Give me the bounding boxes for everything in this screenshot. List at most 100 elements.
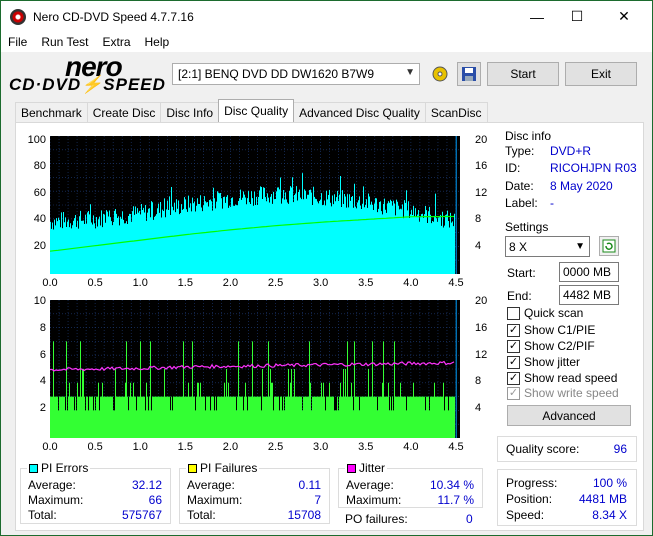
avg-label: Average:	[346, 478, 394, 492]
y-tick: 4	[39, 375, 46, 387]
x-tick: 4.5	[448, 277, 464, 289]
y2-tick: 16	[475, 322, 488, 334]
pi-failures-swatch	[188, 464, 197, 473]
tab-scandisc[interactable]: ScanDisc	[424, 102, 488, 122]
menu-file[interactable]: File	[1, 35, 34, 49]
pi-errors-group: PI Errors Average: 32.12 Maximum: 66 Tot…	[20, 461, 171, 524]
start-label: Start:	[507, 266, 536, 280]
y2-tick: 20	[475, 295, 488, 307]
position-label: Position:	[506, 492, 553, 506]
checkbox-box[interactable]: ✓	[507, 323, 520, 337]
menu-extra[interactable]: Extra	[95, 35, 137, 49]
end-label: End:	[507, 289, 532, 303]
checkbox-label: Show C2/PIF	[524, 339, 595, 353]
date-label: Date:	[505, 179, 534, 193]
x-tick: 1.5	[177, 441, 193, 453]
logo-product: CD·DVD⚡SPEED	[9, 75, 166, 94]
jitter-average: 10.34 %	[429, 478, 474, 492]
pi-failures-chart	[50, 300, 460, 438]
quality-score-label: Quality score:	[506, 442, 580, 456]
show-jitter-checkbox[interactable]: ✓ Show jitter	[507, 355, 580, 369]
x-tick: 3.5	[358, 441, 374, 453]
disc-type-value: DVD+R	[550, 144, 592, 158]
y2-tick: 12	[475, 349, 488, 361]
start-button[interactable]: Start	[487, 62, 559, 86]
max-label: Maximum:	[346, 493, 402, 507]
jitter-group: Jitter Average: 10.34 % Maximum: 11.7 %	[338, 461, 483, 508]
speed-select[interactable]: 8 X ▼	[505, 236, 590, 257]
show-c1-checkbox[interactable]: ✓ Show C1/PIE	[507, 323, 595, 337]
quality-score-value: 96	[613, 442, 627, 456]
drive-select-value: [2:1] BENQ DVD DD DW1620 B7W9	[178, 67, 375, 81]
disc-info-title: Disc info	[505, 129, 552, 143]
drive-select[interactable]: [2:1] BENQ DVD DD DW1620 B7W9 ▼	[172, 63, 420, 85]
tab-advanced-disc-quality[interactable]: Advanced Disc Quality	[293, 102, 426, 122]
disc-date-value: 8 May 2020	[550, 179, 613, 193]
progress-label: Progress:	[506, 476, 558, 490]
advanced-button[interactable]: Advanced	[507, 405, 631, 426]
refresh-icon[interactable]	[599, 236, 619, 256]
checkbox-box[interactable]	[507, 306, 520, 320]
x-tick: 0.0	[42, 277, 58, 289]
disc-eject-icon[interactable]	[428, 62, 452, 86]
pi-errors-title: PI Errors	[27, 461, 91, 475]
tab-disc-quality[interactable]: Disc Quality	[218, 99, 295, 122]
exit-button[interactable]: Exit	[565, 62, 637, 86]
x-tick: 0.5	[87, 277, 103, 289]
y-tick: 10	[33, 295, 46, 307]
x-tick: 4.5	[448, 441, 464, 453]
po-failures-label: PO failures:	[345, 512, 408, 526]
y2-tick: 16	[475, 160, 488, 172]
pi-errors-average: 32.12	[131, 478, 162, 492]
progress-box: Progress: 100 % Position: 4481 MB Speed:…	[497, 469, 637, 526]
disc-quality-panel: 100 80 60 40 20 20 16 12 8 4 0.0 0.5 1.0 1.…	[15, 122, 644, 531]
x-tick: 3.5	[358, 277, 374, 289]
y-tick: 100	[27, 134, 46, 146]
menu-bar: File Run Test Extra Help	[1, 32, 652, 52]
start-field[interactable]: 0000 MB	[559, 262, 619, 282]
disc-id-value: RICOHJPN R03	[550, 161, 637, 175]
tab-disc-info[interactable]: Disc Info	[160, 102, 220, 122]
quick-scan-checkbox[interactable]: Quick scan	[507, 306, 583, 320]
pi-failures-group: PI Failures Average: 0.11 Maximum: 7 Tot…	[179, 461, 330, 524]
save-icon[interactable]	[457, 62, 481, 86]
checkbox-box[interactable]: ✓	[507, 339, 520, 353]
close-icon[interactable]: ✕	[601, 1, 647, 32]
chevron-down-icon: ▼	[405, 67, 415, 78]
checkbox-box[interactable]: ✓	[507, 371, 520, 385]
type-label: Type:	[505, 144, 535, 158]
speed-value: 8.34 X	[592, 508, 627, 522]
end-field[interactable]: 4482 MB	[559, 285, 619, 305]
tab-create-disc[interactable]: Create Disc	[86, 102, 162, 122]
max-label: Maximum:	[28, 493, 84, 507]
checkbox-box[interactable]: ✓	[507, 355, 520, 369]
x-tick: 1.0	[132, 277, 148, 289]
total-label: Total:	[187, 508, 216, 522]
pi-errors-swatch	[29, 464, 38, 473]
y2-tick: 8	[475, 213, 482, 225]
checkbox-box[interactable]: ✓	[507, 386, 520, 400]
show-write-speed-checkbox[interactable]: ✓ Show write speed	[507, 386, 619, 400]
position-value: 4481 MB	[578, 492, 627, 506]
po-failures-value: 0	[466, 512, 473, 526]
x-tick: 2.5	[267, 277, 284, 289]
x-tick: 4.0	[403, 441, 419, 453]
y-tick: 8	[39, 322, 46, 334]
jitter-swatch	[347, 464, 356, 473]
checkbox-label: Quick scan	[524, 306, 584, 320]
disc-info-group: Disc info Type: DVD+R ID: RICOHJPN R03 D…	[497, 129, 637, 217]
menu-run-test[interactable]: Run Test	[34, 35, 95, 49]
app-window: Nero CD-DVD Speed 4.7.7.16 — ☐ ✕ File Ru…	[0, 0, 653, 536]
y-tick: 6	[39, 349, 46, 361]
show-c2-checkbox[interactable]: ✓ Show C2/PIF	[507, 339, 595, 353]
settings-title: Settings	[505, 220, 549, 234]
x-tick: 2.0	[222, 441, 239, 453]
maximize-icon[interactable]: ☐	[554, 1, 600, 32]
x-tick: 2.5	[267, 441, 284, 453]
show-read-speed-checkbox[interactable]: ✓ Show read speed	[507, 371, 617, 385]
window-title: Nero CD-DVD Speed 4.7.7.16	[33, 9, 194, 24]
tab-benchmark[interactable]: Benchmark	[15, 102, 88, 122]
jitter-maximum: 11.7 %	[437, 493, 474, 507]
checkbox-label: Show write speed	[524, 386, 619, 400]
menu-help[interactable]: Help	[138, 35, 177, 49]
